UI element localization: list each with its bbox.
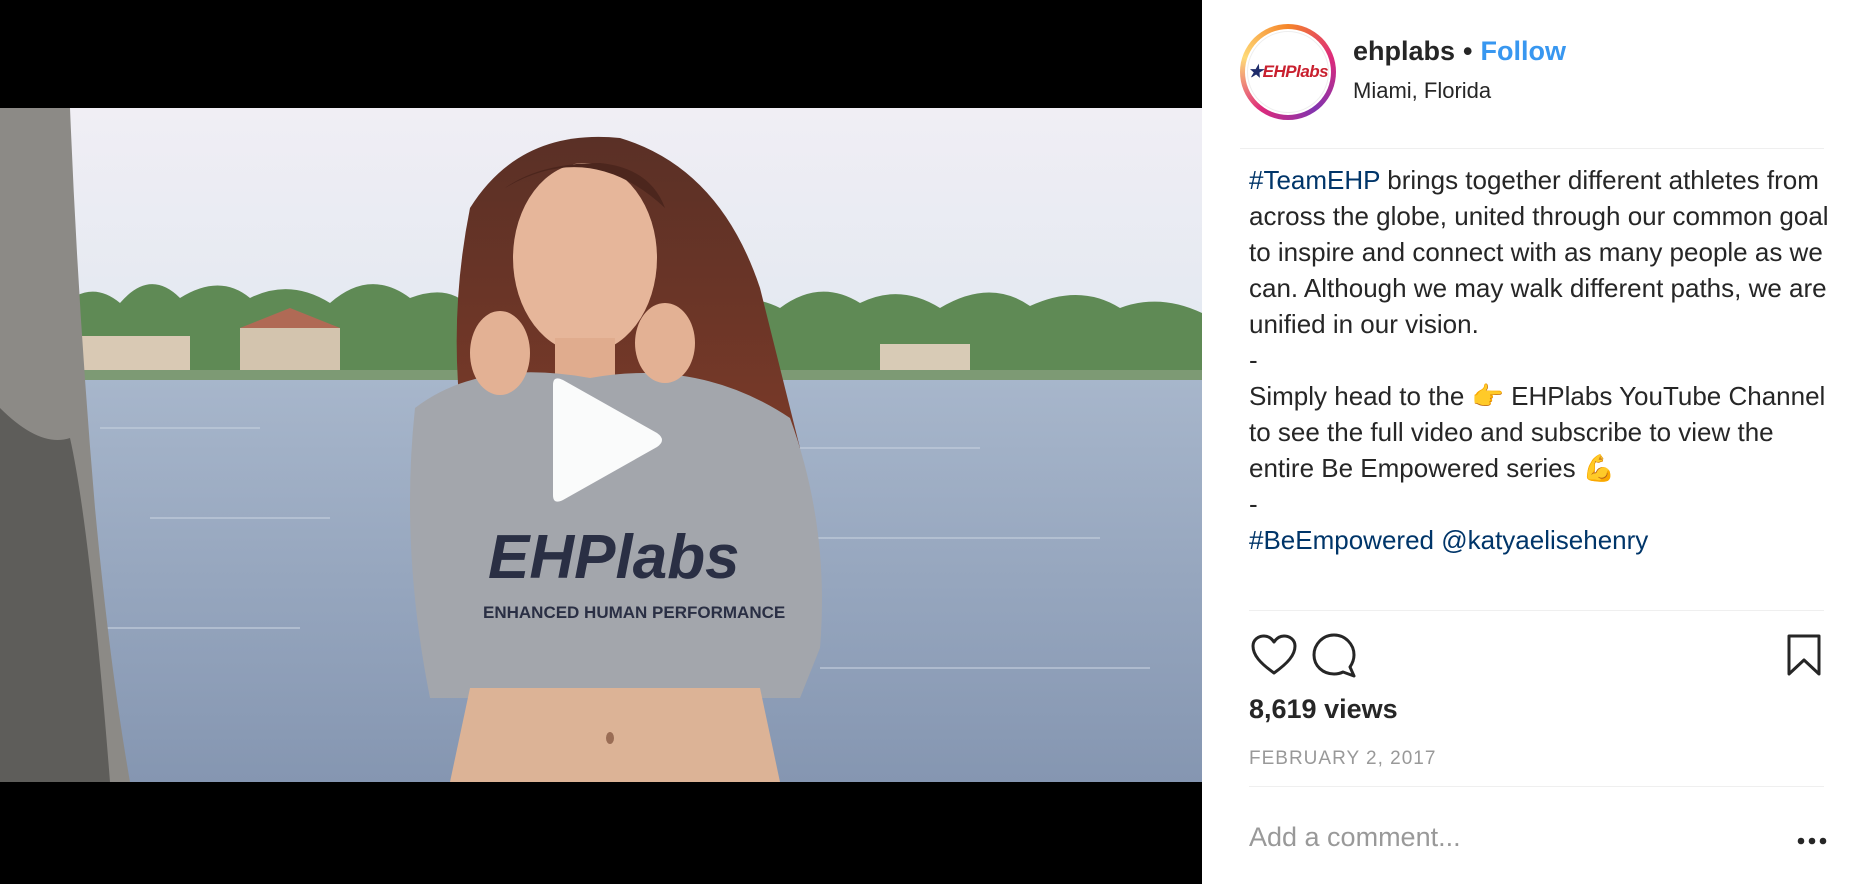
caption-tags: #BeEmpowered @katyaelisehenry	[1249, 522, 1829, 558]
post-caption: #TeamEHP brings together different athle…	[1249, 162, 1829, 558]
play-icon	[553, 378, 662, 502]
avatar[interactable]: ★EHPlabs	[1245, 29, 1331, 115]
save-button[interactable]	[1779, 630, 1829, 680]
avatar-logo: ★EHPlabs	[1247, 62, 1329, 81]
comment-input[interactable]: Add a comment...	[1249, 822, 1461, 853]
action-bar	[1249, 630, 1824, 680]
username-row: ehplabs • Follow	[1353, 36, 1566, 67]
comment-button[interactable]	[1309, 630, 1359, 680]
shirt-tagline: ENHANCED HUMAN PERFORMANCE	[483, 603, 785, 622]
divider	[1249, 610, 1824, 611]
shirt-logo: EHPlabs	[488, 523, 740, 592]
more-options-icon	[1797, 837, 1827, 845]
view-count[interactable]: 8,619 views	[1249, 694, 1398, 725]
media-viewer: EHPlabs ENHANCED HUMAN PERFORMANCE	[0, 0, 1202, 884]
heart-icon	[1251, 634, 1297, 675]
hashtag-teamehp[interactable]: #TeamEHP	[1249, 165, 1380, 195]
post-panel: ★EHPlabs ehplabs • Follow Miami, Florida #…	[1202, 0, 1862, 884]
caption-dash: -	[1249, 489, 1258, 519]
caption-paragraph: Simply head to the 👉 EHPlabs YouTube Cha…	[1249, 378, 1829, 486]
avatar-image: ★EHPlabs	[1247, 31, 1329, 113]
like-button[interactable]	[1249, 630, 1299, 680]
follow-button[interactable]: Follow	[1480, 36, 1565, 66]
caption-text: Simply head to the	[1249, 381, 1472, 411]
more-options-button[interactable]	[1792, 826, 1832, 856]
caption-paragraph: #TeamEHP brings together different athle…	[1249, 162, 1829, 342]
story-ring: ★EHPlabs	[1240, 24, 1336, 120]
bookmark-icon	[1787, 634, 1821, 676]
post-header: ★EHPlabs ehplabs • Follow Miami, Florida	[1240, 22, 1824, 149]
play-button[interactable]	[545, 375, 667, 505]
username-link[interactable]: ehplabs	[1353, 36, 1455, 66]
location-link[interactable]: Miami, Florida	[1353, 78, 1491, 104]
post-date[interactable]: FEBRUARY 2, 2017	[1249, 748, 1436, 770]
separator-dot: •	[1463, 36, 1473, 66]
hashtag-beempowered[interactable]: #BeEmpowered	[1249, 525, 1434, 555]
mention-link[interactable]: @katyaelisehenry	[1441, 525, 1648, 555]
comment-icon	[1312, 633, 1356, 678]
pointing-hand-emoji: 👉	[1471, 381, 1504, 411]
flexed-biceps-emoji: 💪	[1582, 453, 1616, 483]
divider	[1249, 786, 1824, 787]
caption-dash: -	[1249, 345, 1258, 375]
